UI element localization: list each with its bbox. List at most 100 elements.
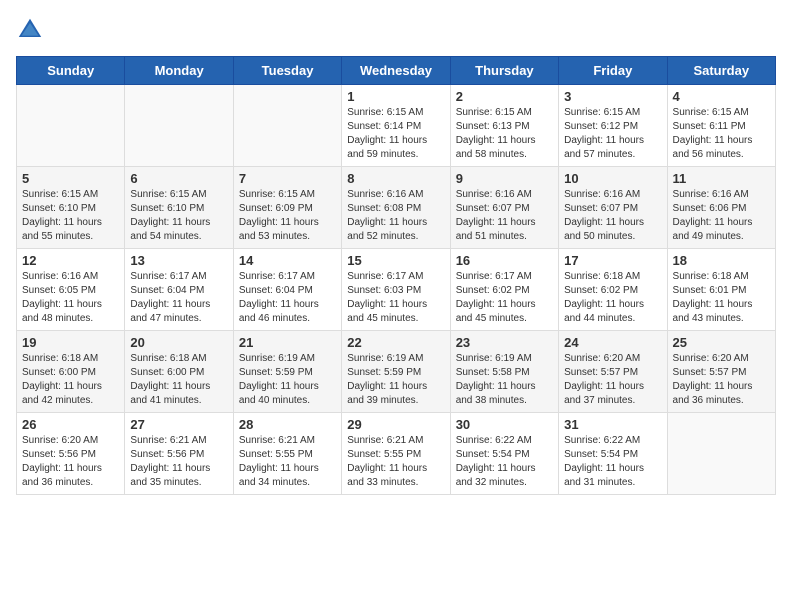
day-info: Sunrise: 6:16 AM Sunset: 6:07 PM Dayligh… xyxy=(564,188,661,244)
calendar-cell: 19Sunrise: 6:18 AM Sunset: 6:00 PM Dayli… xyxy=(17,331,125,413)
weekday-header: Tuesday xyxy=(233,57,341,85)
day-number: 27 xyxy=(130,417,227,432)
calendar-cell xyxy=(233,85,341,167)
day-number: 14 xyxy=(239,253,336,268)
day-info: Sunrise: 6:19 AM Sunset: 5:59 PM Dayligh… xyxy=(239,352,336,408)
calendar-cell: 28 Sunrise: 6:21 AM Sunset: 5:55 PM Dayli… xyxy=(233,413,341,495)
day-info: Sunrise: 6:16 AM Sunset: 6:07 PM Dayligh… xyxy=(456,188,553,244)
day-info: Sunrise: 6:18 AM Sunset: 6:02 PM Dayligh… xyxy=(564,270,661,326)
day-info: Sunrise: 6:15 AM Sunset: 6:10 PM Dayligh… xyxy=(130,188,227,244)
calendar-cell: 22 Sunrise: 6:19 AM Sunset: 5:59 PM Dayli… xyxy=(342,331,450,413)
calendar-cell: 16Sunrise: 6:17 AM Sunset: 6:02 PM Dayli… xyxy=(450,249,558,331)
calendar-week-row: 5Sunrise: 6:15 AM Sunset: 6:10 PM Daylig… xyxy=(17,167,776,249)
day-info: Sunrise: 6:20 AM Sunset: 5:57 PM Dayligh… xyxy=(564,352,661,408)
calendar-cell: 1Sunrise: 6:15 AM Sunset: 6:14 PM Daylig… xyxy=(342,85,450,167)
calendar-cell xyxy=(667,413,775,495)
calendar-cell: 29 Sunrise: 6:21 AM Sunset: 5:55 PM Dayli… xyxy=(342,413,450,495)
day-number: 12 xyxy=(22,253,119,268)
day-info: Sunrise: 6:17 AM Sunset: 6:04 PM Dayligh… xyxy=(130,270,227,326)
calendar-week-row: 19Sunrise: 6:18 AM Sunset: 6:00 PM Dayli… xyxy=(17,331,776,413)
calendar-cell: 10 Sunrise: 6:16 AM Sunset: 6:07 PM Dayli… xyxy=(559,167,667,249)
day-number: 13 xyxy=(130,253,227,268)
day-info: Sunrise: 6:21 AM Sunset: 5:55 PM Dayligh… xyxy=(239,434,336,490)
day-info: Sunrise: 6:19 AM Sunset: 5:59 PM Dayligh… xyxy=(347,352,444,408)
day-number: 15 xyxy=(347,253,444,268)
day-info: Sunrise: 6:18 AM Sunset: 6:01 PM Dayligh… xyxy=(673,270,770,326)
weekday-header: Monday xyxy=(125,57,233,85)
weekday-header: Wednesday xyxy=(342,57,450,85)
day-number: 3 xyxy=(564,89,661,104)
day-number: 2 xyxy=(456,89,553,104)
day-info: Sunrise: 6:18 AM Sunset: 6:00 PM Dayligh… xyxy=(130,352,227,408)
day-number: 7 xyxy=(239,171,336,186)
calendar-cell: 9 Sunrise: 6:16 AM Sunset: 6:07 PM Daylig… xyxy=(450,167,558,249)
day-info: Sunrise: 6:15 AM Sunset: 6:13 PM Dayligh… xyxy=(456,106,553,162)
calendar-cell: 21 Sunrise: 6:19 AM Sunset: 5:59 PM Dayli… xyxy=(233,331,341,413)
day-number: 21 xyxy=(239,335,336,350)
day-number: 17 xyxy=(564,253,661,268)
calendar-cell: 7Sunrise: 6:15 AM Sunset: 6:09 PM Daylig… xyxy=(233,167,341,249)
day-number: 9 xyxy=(456,171,553,186)
calendar-cell: 30 Sunrise: 6:22 AM Sunset: 5:54 PM Dayli… xyxy=(450,413,558,495)
day-info: Sunrise: 6:19 AM Sunset: 5:58 PM Dayligh… xyxy=(456,352,553,408)
calendar-cell: 17 Sunrise: 6:18 AM Sunset: 6:02 PM Dayli… xyxy=(559,249,667,331)
day-info: Sunrise: 6:22 AM Sunset: 5:54 PM Dayligh… xyxy=(564,434,661,490)
day-number: 25 xyxy=(673,335,770,350)
calendar-week-row: 26 Sunrise: 6:20 AM Sunset: 5:56 PM Dayli… xyxy=(17,413,776,495)
calendar-cell: 20 Sunrise: 6:18 AM Sunset: 6:00 PM Dayli… xyxy=(125,331,233,413)
day-number: 28 xyxy=(239,417,336,432)
day-info: Sunrise: 6:15 AM Sunset: 6:12 PM Dayligh… xyxy=(564,106,661,162)
calendar-cell: 2 Sunrise: 6:15 AM Sunset: 6:13 PM Daylig… xyxy=(450,85,558,167)
day-info: Sunrise: 6:17 AM Sunset: 6:03 PM Dayligh… xyxy=(347,270,444,326)
calendar-cell: 24 Sunrise: 6:20 AM Sunset: 5:57 PM Dayli… xyxy=(559,331,667,413)
calendar-cell: 25Sunrise: 6:20 AM Sunset: 5:57 PM Dayli… xyxy=(667,331,775,413)
weekday-header: Sunday xyxy=(17,57,125,85)
day-info: Sunrise: 6:18 AM Sunset: 6:00 PM Dayligh… xyxy=(22,352,119,408)
day-info: Sunrise: 6:15 AM Sunset: 6:10 PM Dayligh… xyxy=(22,188,119,244)
day-info: Sunrise: 6:20 AM Sunset: 5:56 PM Dayligh… xyxy=(22,434,119,490)
day-info: Sunrise: 6:16 AM Sunset: 6:05 PM Dayligh… xyxy=(22,270,119,326)
weekday-header: Friday xyxy=(559,57,667,85)
day-number: 29 xyxy=(347,417,444,432)
day-info: Sunrise: 6:21 AM Sunset: 5:55 PM Dayligh… xyxy=(347,434,444,490)
calendar-cell xyxy=(17,85,125,167)
calendar-cell: 13 Sunrise: 6:17 AM Sunset: 6:04 PM Dayli… xyxy=(125,249,233,331)
day-info: Sunrise: 6:15 AM Sunset: 6:14 PM Dayligh… xyxy=(347,106,444,162)
calendar-cell: 3 Sunrise: 6:15 AM Sunset: 6:12 PM Daylig… xyxy=(559,85,667,167)
day-number: 22 xyxy=(347,335,444,350)
day-number: 26 xyxy=(22,417,119,432)
day-info: Sunrise: 6:16 AM Sunset: 6:08 PM Dayligh… xyxy=(347,188,444,244)
calendar-cell: 12 Sunrise: 6:16 AM Sunset: 6:05 PM Dayli… xyxy=(17,249,125,331)
weekday-header: Saturday xyxy=(667,57,775,85)
calendar-week-row: 12 Sunrise: 6:16 AM Sunset: 6:05 PM Dayli… xyxy=(17,249,776,331)
calendar-week-row: 1Sunrise: 6:15 AM Sunset: 6:14 PM Daylig… xyxy=(17,85,776,167)
logo-icon xyxy=(16,16,44,44)
day-number: 18 xyxy=(673,253,770,268)
day-number: 24 xyxy=(564,335,661,350)
calendar-cell: 4 Sunrise: 6:15 AM Sunset: 6:11 PM Daylig… xyxy=(667,85,775,167)
day-number: 16 xyxy=(456,253,553,268)
calendar-cell: 27 Sunrise: 6:21 AM Sunset: 5:56 PM Dayli… xyxy=(125,413,233,495)
day-number: 8 xyxy=(347,171,444,186)
day-number: 30 xyxy=(456,417,553,432)
calendar-cell: 11 Sunrise: 6:16 AM Sunset: 6:06 PM Dayli… xyxy=(667,167,775,249)
day-info: Sunrise: 6:22 AM Sunset: 5:54 PM Dayligh… xyxy=(456,434,553,490)
day-number: 10 xyxy=(564,171,661,186)
calendar-cell: 6 Sunrise: 6:15 AM Sunset: 6:10 PM Daylig… xyxy=(125,167,233,249)
calendar-cell: 23 Sunrise: 6:19 AM Sunset: 5:58 PM Dayli… xyxy=(450,331,558,413)
day-info: Sunrise: 6:16 AM Sunset: 6:06 PM Dayligh… xyxy=(673,188,770,244)
day-info: Sunrise: 6:15 AM Sunset: 6:11 PM Dayligh… xyxy=(673,106,770,162)
day-number: 20 xyxy=(130,335,227,350)
calendar-cell: 8 Sunrise: 6:16 AM Sunset: 6:08 PM Daylig… xyxy=(342,167,450,249)
day-number: 6 xyxy=(130,171,227,186)
calendar-cell: 26 Sunrise: 6:20 AM Sunset: 5:56 PM Dayli… xyxy=(17,413,125,495)
day-info: Sunrise: 6:21 AM Sunset: 5:56 PM Dayligh… xyxy=(130,434,227,490)
day-number: 11 xyxy=(673,171,770,186)
page-header xyxy=(16,16,776,44)
day-number: 23 xyxy=(456,335,553,350)
day-number: 4 xyxy=(673,89,770,104)
logo xyxy=(16,16,48,44)
calendar-cell xyxy=(125,85,233,167)
calendar-cell: 14Sunrise: 6:17 AM Sunset: 6:04 PM Dayli… xyxy=(233,249,341,331)
calendar-header-row: SundayMondayTuesdayWednesdayThursdayFrid… xyxy=(17,57,776,85)
